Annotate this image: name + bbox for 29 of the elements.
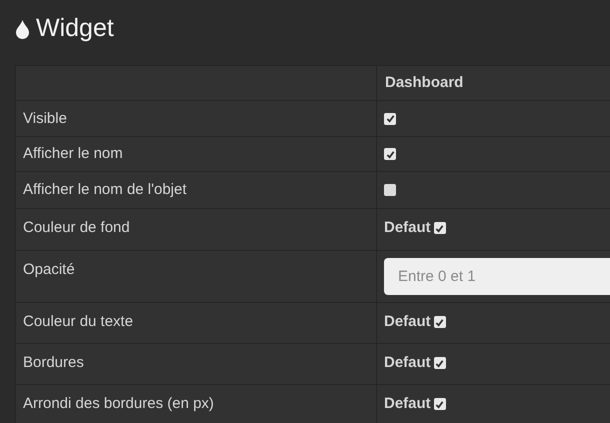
column-header: Dashboard bbox=[385, 72, 464, 93]
checkbox[interactable] bbox=[434, 222, 446, 234]
check-icon bbox=[386, 114, 394, 123]
row-label: Afficher le nom bbox=[23, 144, 123, 164]
check-icon bbox=[386, 150, 394, 158]
row-label: Bordures bbox=[23, 353, 84, 373]
row-label: Arrondi des bordures (en px) bbox=[23, 394, 214, 414]
checkbox[interactable] bbox=[384, 184, 396, 196]
checkbox[interactable] bbox=[434, 357, 446, 369]
row-label: Visible bbox=[23, 108, 67, 128]
check-icon bbox=[435, 358, 444, 368]
row-label: Couleur de fond bbox=[23, 218, 130, 238]
row-label: Afficher le nom de l'objet bbox=[23, 180, 187, 200]
drop-icon bbox=[15, 18, 30, 38]
default-label: Defaut bbox=[384, 218, 431, 238]
opacity-field[interactable]: Entre 0 et 1 bbox=[384, 258, 610, 295]
checkbox[interactable] bbox=[384, 112, 396, 124]
row-label: Couleur du texte bbox=[23, 312, 134, 332]
check-icon bbox=[435, 224, 444, 232]
check-icon bbox=[435, 400, 444, 408]
checkbox[interactable] bbox=[384, 148, 396, 160]
default-label: Defaut bbox=[384, 312, 431, 332]
check-icon bbox=[435, 318, 444, 326]
checkbox[interactable] bbox=[434, 316, 446, 328]
checkbox[interactable] bbox=[434, 398, 446, 410]
row-label: Opacité bbox=[23, 260, 75, 280]
default-label: Defaut bbox=[384, 352, 431, 373]
page-title: Widget bbox=[36, 12, 114, 44]
default-label: Defaut bbox=[384, 394, 431, 414]
